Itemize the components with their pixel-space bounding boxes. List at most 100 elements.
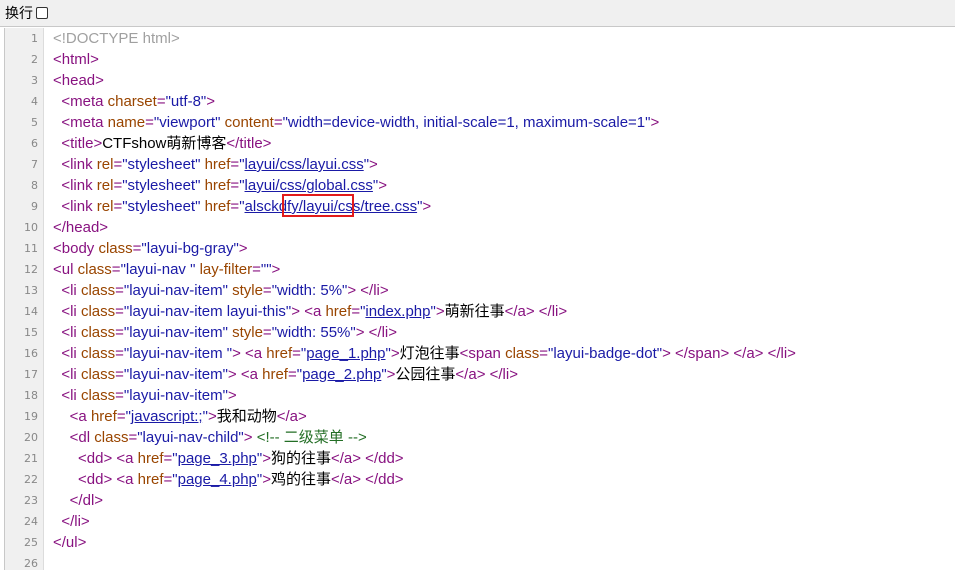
attribute-value: "layui-nav " [120, 261, 196, 278]
markup-tag: </a> </li> [455, 366, 518, 383]
source-link[interactable]: layui/css/global.css [245, 177, 373, 194]
markup-tag: = [539, 345, 549, 362]
code-text: <html> [53, 49, 99, 70]
line-number: 6 [31, 137, 38, 150]
attribute-name: href [200, 198, 231, 215]
markup-tag: = [111, 261, 121, 278]
code-line: 19 <a href="javascript:;">我和动物</a> [5, 406, 955, 427]
line-number: 5 [31, 116, 38, 129]
markup-tag: > </span> </a> </li> [662, 345, 796, 362]
attribute-name: class [80, 282, 116, 299]
code-line: 24 </li> [5, 511, 955, 532]
attribute-value: "stylesheet" [122, 156, 201, 173]
markup-tag: </a> </li> [504, 303, 568, 320]
markup-tag: <li [61, 387, 81, 404]
source-link[interactable]: alsckdfy/layui/css/tree.css [245, 198, 418, 215]
attribute-value: "" [260, 261, 272, 278]
attribute-value: "width=device-width, initial-scale=1, ma… [282, 114, 651, 131]
viewer-toolbar: 换行 [0, 0, 955, 27]
markup-tag: <title> [61, 135, 103, 152]
code-line: 20 <dl class="layui-nav-child"> <!-- 二级菜… [5, 427, 955, 448]
markup-tag: > [207, 408, 217, 425]
markup-tag: = [351, 303, 361, 320]
markup-tag: > [206, 93, 216, 110]
source-link[interactable]: page_1.php [306, 345, 385, 362]
source-code-view[interactable]: 1 <!DOCTYPE html> 2 <html> 3 <head> 4 <meta ch… [4, 28, 955, 570]
code-line: 21 <dd> <a href="page_3.php">狗的往事</a> </… [5, 448, 955, 469]
markup-tag: > </li> [347, 282, 389, 299]
line-wrap-checkbox[interactable] [36, 7, 48, 19]
markup-tag: = [113, 156, 123, 173]
code-text: <li class="layui-nav-item"> [53, 385, 236, 406]
attribute-value: "layui-nav-item" [123, 282, 228, 299]
markup-tag: > [243, 429, 257, 446]
markup-tag: <li [61, 366, 81, 383]
markup-tag: > [271, 261, 281, 278]
text-content: CTFshow萌新博客 [102, 135, 227, 152]
attribute-name: rel [96, 198, 114, 215]
code-line: 2 <html> [5, 49, 955, 70]
code-text: <li class="layui-nav-item "> <a href="pa… [53, 343, 796, 364]
markup-tag: <link [61, 198, 97, 215]
code-line: 1 <!DOCTYPE html> [5, 28, 955, 49]
source-link[interactable]: layui/css/layui.css [245, 156, 364, 173]
code-text: <li class="layui-nav-item"> <a href="pag… [53, 364, 518, 385]
code-line: 18 <li class="layui-nav-item"> [5, 385, 955, 406]
code-comment: <!-- 二级菜单 --> [256, 429, 367, 446]
code-text: <li class="layui-nav-item" style="width:… [53, 322, 397, 343]
attribute-name: class [80, 303, 116, 320]
code-text: <ul class="layui-nav " lay-filter=""> [53, 259, 280, 280]
code-text: <dd> <a href="page_3.php">狗的往事</a> </dd> [53, 448, 404, 469]
text-content: 萌新往事 [444, 303, 505, 320]
markup-tag: > [238, 240, 248, 257]
code-line: 15 <li class="layui-nav-item" style="wid… [5, 322, 955, 343]
attribute-value: "stylesheet" [122, 177, 201, 194]
code-line: 10 </head> [5, 217, 955, 238]
code-text: <li class="layui-nav-item" style="width:… [53, 280, 389, 301]
code-line: 4 <meta charset="utf-8"> [5, 91, 955, 112]
code-line: 13 <li class="layui-nav-item" style="wid… [5, 280, 955, 301]
attribute-name: class [80, 387, 116, 404]
markup-tag: <li [61, 345, 81, 362]
code-line: 6 <title>CTFshow萌新博客</title> [5, 133, 955, 154]
markup-tag: <a [69, 408, 91, 425]
attribute-name: content [220, 114, 274, 131]
line-number: 22 [24, 473, 38, 486]
attribute-name: class [98, 240, 133, 257]
markup-tag: = [262, 324, 272, 341]
attribute-value: "utf-8" [165, 93, 207, 110]
attribute-value: "layui-bg-gray" [141, 240, 239, 257]
code-text: <link rel="stylesheet" href="layui/css/g… [53, 175, 387, 196]
markup-tag: = [115, 366, 124, 383]
markup-tag: > [650, 114, 660, 131]
markup-tag: <meta [61, 93, 108, 110]
line-number: 7 [31, 158, 38, 171]
code-text: <dd> <a href="page_4.php">鸡的往事</a> </dd> [53, 469, 404, 490]
markup-tag: = [128, 429, 138, 446]
source-link[interactable]: page_4.php [178, 471, 257, 488]
markup-tag: > [262, 450, 271, 467]
attribute-value: "layui-nav-item" [123, 387, 228, 404]
text-content: 我和动物 [216, 408, 277, 425]
text-content [53, 429, 70, 446]
source-link[interactable]: javascript:; [131, 408, 203, 425]
attribute-name: href [266, 345, 293, 362]
markup-tag: = [145, 114, 154, 131]
markup-tag: <body [53, 240, 99, 257]
line-number: 18 [24, 389, 38, 402]
attribute-name: href [90, 408, 117, 425]
markup-tag: > <a [227, 366, 263, 383]
markup-tag: <ul [53, 261, 78, 278]
markup-tag: </a> </dd> [330, 471, 404, 488]
line-number: 24 [24, 515, 38, 528]
source-link[interactable]: page_2.php [302, 366, 381, 383]
code-text: <li class="layui-nav-item layui-this"> <… [53, 301, 567, 322]
source-link[interactable]: index.php [365, 303, 430, 320]
code-text: <meta name="viewport" content="width=dev… [53, 112, 659, 133]
line-number: 8 [31, 179, 38, 192]
line-number: 19 [24, 410, 38, 423]
text-content [53, 471, 78, 488]
source-link[interactable]: page_3.php [178, 450, 257, 467]
attribute-name: lay-filter [195, 261, 253, 278]
markup-tag: = [115, 282, 124, 299]
